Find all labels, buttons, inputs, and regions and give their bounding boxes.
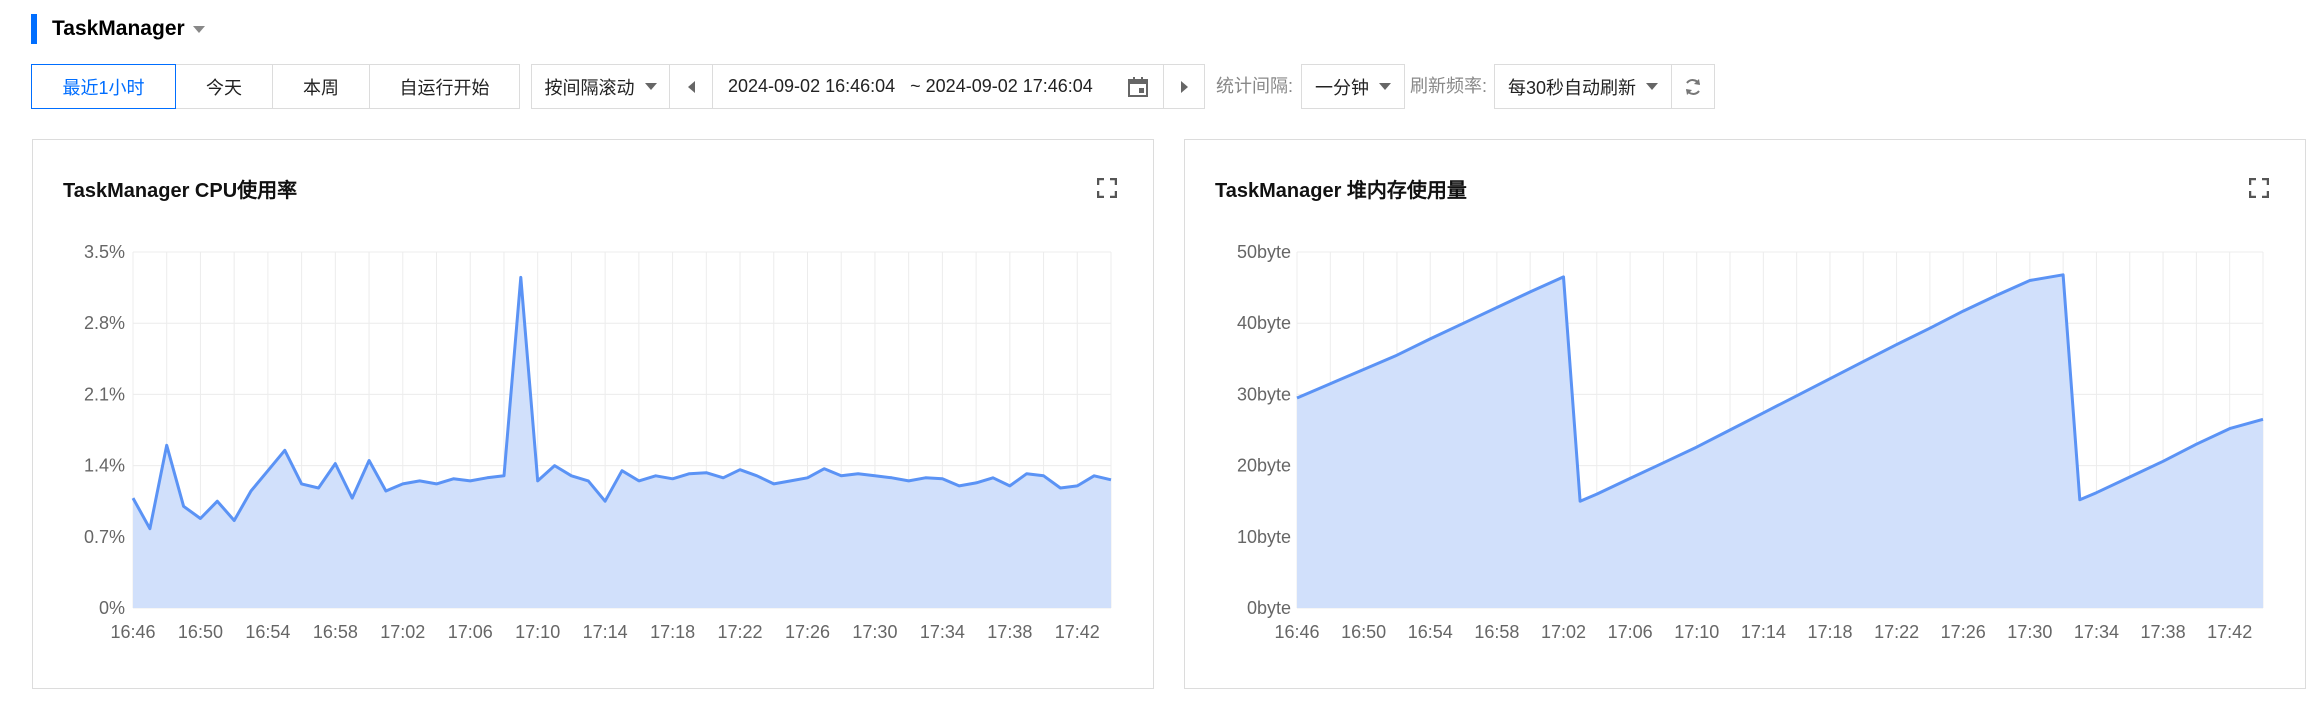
heap-usage-panel: TaskManager 堆内存使用量 0byte 10byte 20byte 30by…	[1184, 139, 2306, 689]
y-tick-label: 3.5%	[84, 242, 125, 262]
y-tick-label: 0byte	[1247, 598, 1291, 618]
x-tick-label: 17:18	[1807, 622, 1852, 642]
y-tick-label: 0%	[99, 598, 125, 618]
y-tick-label: 2.8%	[84, 313, 125, 333]
x-tick-label: 17:42	[1055, 622, 1100, 642]
tab-today[interactable]: 今天	[175, 64, 273, 109]
x-tick-label: 17:10	[1674, 622, 1719, 642]
y-tick-label: 2.1%	[84, 384, 125, 404]
refresh-value: 每30秒自动刷新	[1507, 77, 1637, 98]
interval-label: 统计间隔:	[1216, 76, 1294, 96]
caret-down-icon	[644, 83, 657, 90]
refresh-icon	[1686, 78, 1700, 95]
x-tick-label: 17:34	[2074, 622, 2119, 642]
title-caret-down-icon[interactable]	[193, 26, 205, 33]
caret-down-icon	[1379, 83, 1391, 90]
x-tick-label: 17:30	[2007, 622, 2052, 642]
calendar-icon[interactable]	[1127, 76, 1149, 98]
x-tick-label: 17:02	[1541, 622, 1586, 642]
y-tick-label: 40byte	[1237, 313, 1291, 333]
x-tick-label: 17:14	[1741, 622, 1786, 642]
range-mode-select[interactable]: 按间隔滚动	[531, 64, 670, 109]
x-tick-label: 16:50	[1341, 622, 1386, 642]
x-tick-label: 17:30	[852, 622, 897, 642]
y-tick-label: 0.7%	[84, 527, 125, 547]
x-tick-label: 17:22	[718, 622, 763, 642]
x-tick-label: 17:38	[987, 622, 1032, 642]
interval-select[interactable]: 一分钟	[1301, 64, 1405, 109]
tab-since-start[interactable]: 自运行开始	[369, 64, 520, 109]
tab-last-hour[interactable]: 最近1小时	[31, 64, 176, 109]
refresh-button[interactable]	[1671, 64, 1715, 109]
x-tick-label: 16:46	[110, 622, 155, 642]
heap-usage-chart: 0byte 10byte 20byte 30byte 40byte 50byte 16:46…	[1237, 242, 2264, 642]
tab-this-week[interactable]: 本周	[272, 64, 370, 109]
x-tick-label: 17:34	[920, 622, 965, 642]
cpu-usage-chart: 0% 0.7% 1.4% 2.1% 2.8% 3.5% 16:46 16:50 16:54 16:…	[84, 242, 1112, 642]
x-tick-label: 16:54	[245, 622, 290, 642]
next-range-button[interactable]	[1163, 64, 1205, 109]
x-tick-label: 16:50	[178, 622, 223, 642]
caret-down-icon	[1646, 83, 1659, 90]
cpu-usage-panel: TaskManager CPU使用率 0% 0.7% 1.4% 2.1% 2.8% 3.5…	[32, 139, 1154, 689]
y-tick-label: 10byte	[1237, 527, 1291, 547]
x-tick-label: 17:22	[1874, 622, 1919, 642]
x-tick-label: 16:54	[1408, 622, 1453, 642]
prev-range-button[interactable]	[669, 64, 713, 109]
title-accent-bar	[31, 14, 37, 44]
refresh-select[interactable]: 每30秒自动刷新	[1494, 64, 1672, 109]
x-tick-label: 17:18	[650, 622, 695, 642]
next-icon	[1180, 80, 1188, 93]
series-area	[1297, 274, 2263, 608]
x-tick-label: 17:02	[380, 622, 425, 642]
x-tick-label: 17:06	[1608, 622, 1653, 642]
y-tick-label: 30byte	[1237, 384, 1291, 404]
y-tick-label: 1.4%	[84, 456, 125, 476]
x-tick-label: 16:46	[1274, 622, 1319, 642]
x-tick-label: 17:38	[2141, 622, 2186, 642]
y-tick-label: 50byte	[1237, 242, 1291, 262]
date-range-picker[interactable]: 2024-09-02 16:46:04 ~ 2024-09-02 17:46:0…	[712, 64, 1164, 109]
x-tick-label: 17:10	[515, 622, 560, 642]
series-area	[133, 277, 1111, 608]
refresh-label: 刷新频率:	[1410, 76, 1488, 96]
prev-icon	[687, 80, 695, 93]
interval-value: 一分钟	[1315, 77, 1369, 98]
range-mode-value: 按间隔滚动	[544, 77, 635, 98]
x-tick-label: 17:26	[1941, 622, 1986, 642]
page-title[interactable]: TaskManager	[52, 14, 185, 44]
x-tick-label: 17:06	[448, 622, 493, 642]
x-tick-label: 16:58	[1474, 622, 1519, 642]
x-tick-label: 17:42	[2207, 622, 2252, 642]
date-range-text: 2024-09-02 16:46:04 ~ 2024-09-02 17:46:0…	[728, 76, 1093, 96]
x-tick-label: 17:26	[785, 622, 830, 642]
x-tick-label: 16:58	[313, 622, 358, 642]
x-tick-label: 17:14	[583, 622, 628, 642]
y-tick-label: 20byte	[1237, 456, 1291, 476]
